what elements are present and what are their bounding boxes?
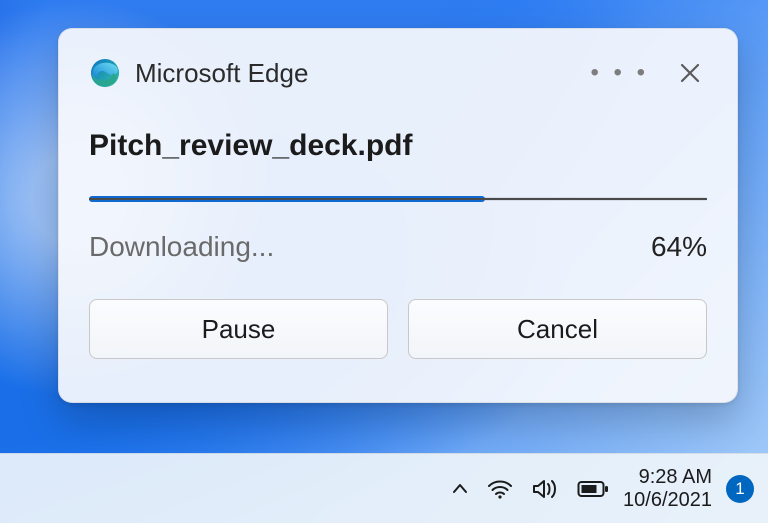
taskbar: 9:28 AM 10/6/2021 1 [0, 453, 768, 523]
button-row: Pause Cancel [89, 299, 707, 359]
more-options-button[interactable]: • • • [580, 55, 659, 91]
notification-badge[interactable]: 1 [726, 475, 754, 503]
notification-header: Microsoft Edge • • • [89, 51, 707, 95]
wifi-icon[interactable] [487, 478, 513, 500]
app-title: Microsoft Edge [135, 58, 566, 89]
clock[interactable]: 9:28 AM 10/6/2021 [623, 466, 712, 512]
clock-date: 10/6/2021 [623, 489, 712, 512]
volume-icon[interactable] [531, 478, 559, 500]
desktop-background: Microsoft Edge • • • Pitch_review_deck.p… [0, 0, 768, 523]
progress-bar [89, 197, 707, 201]
cancel-button[interactable]: Cancel [408, 299, 707, 359]
pause-button[interactable]: Pause [89, 299, 388, 359]
battery-icon[interactable] [577, 480, 609, 498]
status-row: Downloading... 64% [89, 231, 707, 263]
status-text: Downloading... [89, 231, 274, 263]
download-filename: Pitch_review_deck.pdf [89, 129, 707, 163]
clock-time: 9:28 AM [623, 466, 712, 489]
edge-icon [89, 57, 121, 89]
percent-text: 64% [651, 231, 707, 263]
system-tray [451, 478, 609, 500]
progress-fill [89, 196, 485, 202]
tray-overflow-button[interactable] [451, 480, 469, 498]
close-button[interactable] [673, 56, 707, 90]
download-notification: Microsoft Edge • • • Pitch_review_deck.p… [58, 28, 738, 403]
